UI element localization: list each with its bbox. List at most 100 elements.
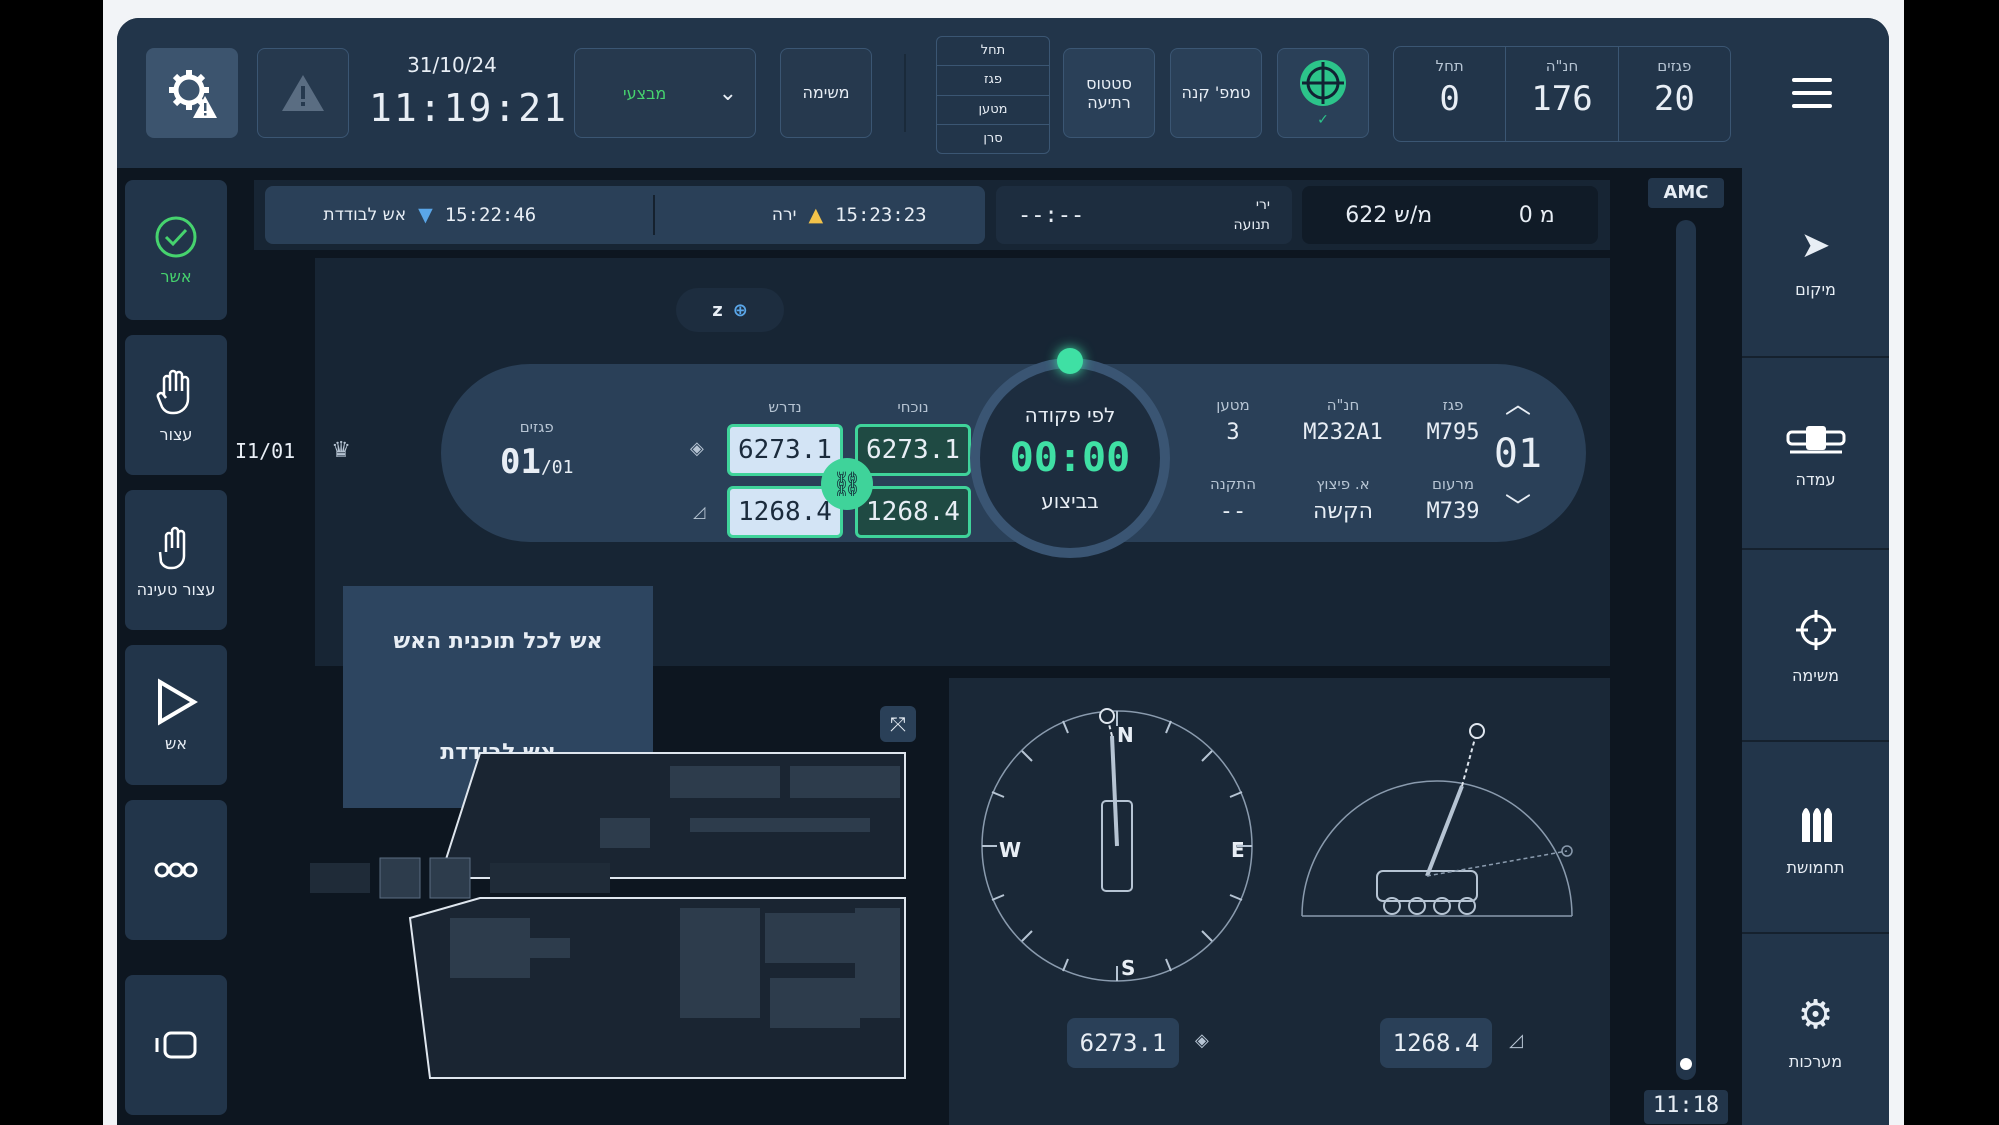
speed-value: 622 מ/ש <box>1345 202 1433 228</box>
compass-w: W <box>999 838 1022 862</box>
motion-labels: ירי תנועה <box>1233 197 1270 233</box>
field-value: -- <box>1219 499 1247 524</box>
chevron-down-icon[interactable]: ﹀ <box>1505 487 1531 524</box>
mission-button[interactable]: משימה <box>780 48 872 138</box>
mode-select[interactable]: ⌄ מבצעי <box>574 48 756 138</box>
shells-count: 01 <box>500 442 541 482</box>
right-nav: ➤ מיקום עמדה משימה תחמושת ⚙ מערכות <box>1742 168 1889 1125</box>
field-label: מטען <box>1216 396 1250 414</box>
eye-icon: ◈ <box>1195 1030 1209 1051</box>
countdown-timer: 00:00 <box>1009 435 1131 481</box>
fired-event: ירה ▲ 15:23:23 <box>772 204 927 226</box>
nav-position[interactable]: עמדה <box>1742 360 1889 550</box>
amc-rail: AMC 11:18 <box>1640 178 1730 1125</box>
fired-label: ירה <box>771 205 797 225</box>
cursor-arrow-icon: ➤ <box>1800 225 1831 266</box>
nav-ammo-label: תחמושת <box>1786 857 1845 877</box>
azimuth-readout: 6273.1 <box>1067 1018 1179 1068</box>
warning-icon <box>282 75 324 111</box>
date: 31/10/24 <box>407 53 497 77</box>
field-setting: התקנה -- <box>1183 475 1283 536</box>
crown-icon: ♛ <box>331 438 351 463</box>
nav-mission-label: משימה <box>1791 665 1840 685</box>
howitzer-icon <box>1786 425 1845 453</box>
hand-stop-icon <box>156 369 190 414</box>
nav-systems-label: מערכות <box>1788 1051 1843 1071</box>
field-propellant: חנ"ה M232A1 <box>1283 396 1403 457</box>
field-label: התקנה <box>1209 475 1257 493</box>
check-circle-icon <box>155 216 197 257</box>
recoil-status-button[interactable]: סטטוס רתיעה <box>1063 48 1155 138</box>
compass-s: S <box>1121 956 1136 980</box>
counter-label: פגזים <box>1657 57 1692 75</box>
nav-mission[interactable]: משימה <box>1742 552 1889 742</box>
status-item: פגז <box>937 66 1049 96</box>
elevation-dial <box>1301 723 1573 917</box>
divider <box>904 54 906 132</box>
command-label: לפי פקודה <box>1024 403 1116 427</box>
ammo-shells-icon <box>1801 807 1832 842</box>
approve-label: אשר <box>160 266 192 286</box>
chip-divider <box>653 195 656 235</box>
amc-time: 11:18 <box>1644 1090 1728 1124</box>
speed-chip: 622 מ/ש 0 מ <box>1302 186 1598 244</box>
elevation-readout: 1268.4 <box>1380 1018 1492 1068</box>
settings-alert-button[interactable] <box>146 48 238 138</box>
nav-location[interactable]: ➤ מיקום <box>1742 168 1889 358</box>
counter-label: חנ"ה <box>1545 57 1579 75</box>
field-value: הקשה <box>1313 499 1373 524</box>
view-toggle-button[interactable] <box>125 975 227 1115</box>
descending-arrow-icon: ▼ <box>418 204 433 226</box>
hold-label: עצור <box>159 424 193 444</box>
motion-chip: --:-- ירי תנועה <box>996 186 1292 244</box>
amc-label: AMC <box>1648 178 1724 208</box>
status-item: תחל <box>937 37 1049 67</box>
link-icon[interactable]: ⛓ <box>821 458 873 510</box>
approve-button[interactable]: אשר <box>125 180 227 320</box>
chevron-up-icon[interactable]: ︿ <box>1505 384 1531 421</box>
z-axis-chip[interactable]: z ⊕ <box>676 288 784 332</box>
counter-value: 20 <box>1653 79 1695 119</box>
more-options-button[interactable] <box>125 800 227 940</box>
fire-button[interactable]: אש <box>125 645 227 785</box>
field-value: 3 <box>1226 420 1240 445</box>
hold-loading-button[interactable]: עצור טעינה <box>125 490 227 630</box>
single-fire-time: 15:22:46 <box>444 204 537 226</box>
single-fire-label: אש לבודדת <box>323 205 407 225</box>
field-label: חנ"ה <box>1326 396 1360 414</box>
fired-time: 15:23:23 <box>835 204 927 226</box>
amc-track[interactable] <box>1676 220 1696 1080</box>
status-list: תחל פגז מטען סרן <box>936 36 1050 154</box>
status-led <box>1057 348 1083 374</box>
nav-systems[interactable]: ⚙ מערכות <box>1742 936 1889 1125</box>
target-status-button[interactable]: ✓ <box>1277 48 1369 138</box>
field-value: M232A1 <box>1303 420 1383 445</box>
status-strip: אש לבודדת ▼ 15:22:46 ירה ▲ 15:23:23 --:-… <box>254 180 1610 250</box>
barrel-temp-button[interactable]: טמפ' קנה <box>1170 48 1262 138</box>
hand-loading-icon <box>158 526 186 569</box>
counter-primer: תחל 0 <box>1394 47 1507 141</box>
motion-label: תנועה <box>1233 217 1270 233</box>
hold-button[interactable]: עצור <box>125 335 227 475</box>
side-count: I1/01 ♛ <box>235 438 351 463</box>
compass-n: N <box>1117 723 1134 747</box>
fire-all-plan-option[interactable]: אש לכל תוכנית האש <box>393 629 602 654</box>
alert-button[interactable] <box>257 48 349 138</box>
hamburger-menu-icon[interactable] <box>1792 78 1832 108</box>
mode-value: מבצעי <box>623 83 667 103</box>
vehicle-schematic: ⤧ <box>310 678 1030 1098</box>
status-item: מטען <box>937 96 1049 125</box>
check-circle-icon: ✓ <box>1317 112 1329 128</box>
panel-toggle-icon <box>155 1031 197 1059</box>
amc-slider-handle[interactable] <box>1680 1058 1692 1070</box>
counters-box: תחל 0 חנ"ה 176 פגזים 20 <box>1393 46 1731 142</box>
field-label: א. פיצוץ <box>1316 475 1370 493</box>
dash-time: --:-- <box>1018 202 1085 228</box>
eye-icon: ◈ <box>690 438 704 459</box>
shots-label: ירי <box>1255 197 1270 213</box>
shells-block: פגזים 01/01 <box>500 418 573 482</box>
ammo-fields: מטען 3 חנ"ה M232A1 פגז M795 התקנה -- א. פיצו… <box>1183 396 1483 536</box>
expand-icon[interactable]: ⤧ <box>880 706 916 742</box>
nav-ammo[interactable]: תחמושת <box>1742 744 1889 934</box>
chevron-down-icon: ⌄ <box>718 80 737 106</box>
